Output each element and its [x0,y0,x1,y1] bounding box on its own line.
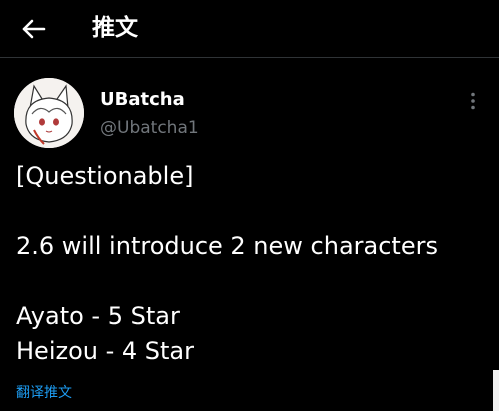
scrollbar[interactable] [493,370,499,411]
arrow-left-icon [22,19,46,39]
page-title: 推文 [92,15,138,41]
more-options-button[interactable] [462,90,484,112]
avatar-image [14,78,84,148]
back-button[interactable] [20,14,50,44]
author-handle[interactable]: @Ubatcha1 [100,117,199,139]
tweet-text: [Questionable] 2.6 will introduce 2 new … [16,162,438,365]
avatar[interactable] [14,78,84,148]
author-display-name[interactable]: UBatcha [100,89,185,111]
translate-tweet-link[interactable]: 翻译推文 [16,383,72,403]
more-vertical-icon [471,92,475,110]
top-bar: 推文 [0,0,499,58]
